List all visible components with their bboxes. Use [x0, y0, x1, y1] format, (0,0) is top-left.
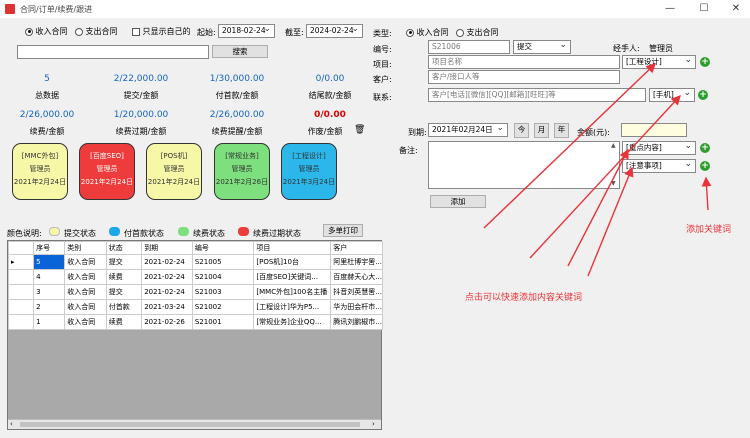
- add-keyword-annotation: 添加关键词: [686, 225, 732, 235]
- annotation-arrows: [483, 63, 712, 277]
- arrow-line: [483, 63, 657, 229]
- click-hint-annotation: 点击可以快速添加内容关键词: [465, 293, 583, 303]
- arrow-line: [701, 176, 712, 211]
